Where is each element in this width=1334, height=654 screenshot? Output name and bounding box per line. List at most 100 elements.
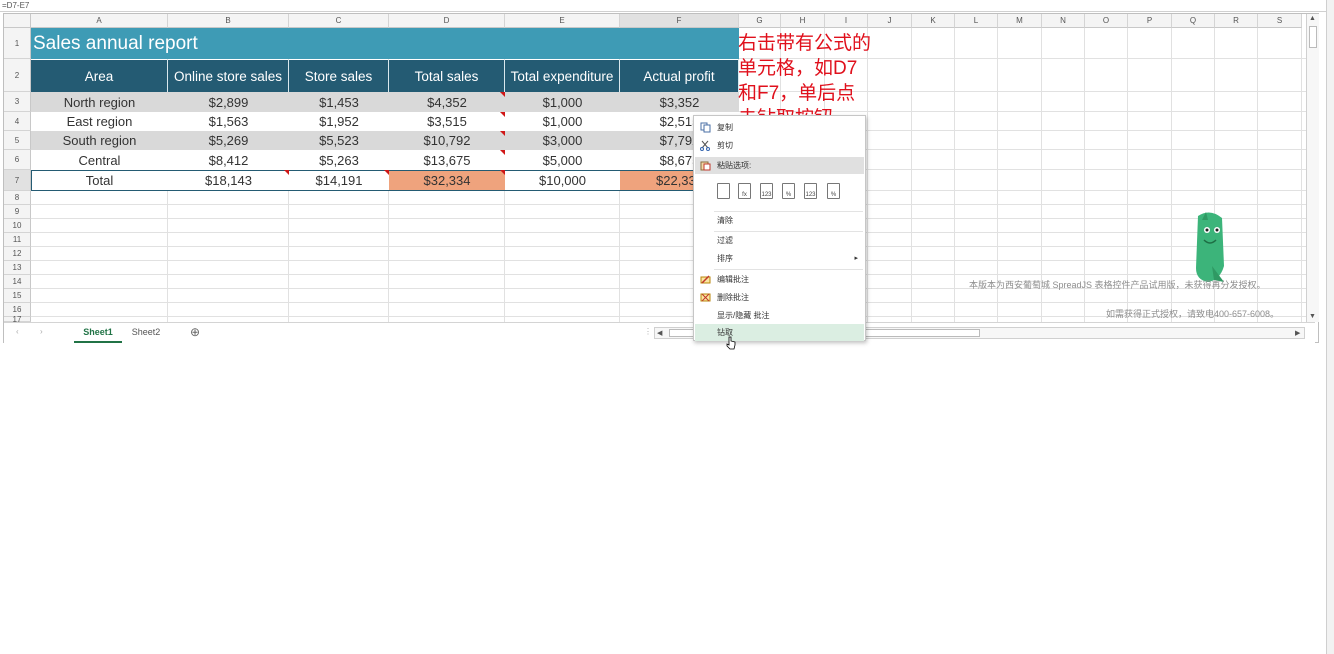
row-header-13[interactable]: 13 [4,261,31,275]
column-header-s[interactable]: S [1258,14,1302,28]
menu-item-delete-comment[interactable]: 删除批注 [695,289,864,306]
total-row-cell[interactable]: $14,191 [289,170,389,191]
data-cell[interactable]: $1,000 [505,92,620,112]
hscroll-left-arrow-icon[interactable]: ◀ [657,329,662,337]
data-cell[interactable]: $5,269 [168,131,289,150]
menu-item-label: 复制 [717,123,733,132]
header-cell[interactable]: Actual profit [620,60,739,92]
row-header-6[interactable]: 6 [4,150,31,170]
menu-item-label: 显示/隐藏 批注 [717,311,770,320]
menu-item-toggle-comment[interactable]: 显示/隐藏 批注 [695,307,864,324]
menu-item-cut[interactable]: 剪切 [695,137,864,154]
data-cell[interactable]: $2,899 [168,92,289,112]
vertical-scrollbar[interactable]: ▲ ▼ [1306,14,1319,322]
menu-item-drill[interactable]: 钻取 [695,324,864,341]
header-cell[interactable]: Online store sales [168,60,289,92]
row-header-7[interactable]: 7 [4,170,31,191]
hscroll-splitter-icon[interactable]: ⋮ [644,327,652,336]
row-header-1[interactable]: 1 [4,28,31,59]
menu-item-sort[interactable]: 排序 ▸ [695,250,864,267]
paste-option-icon[interactable] [717,183,730,199]
report-title-cell[interactable]: Sales annual report [31,28,739,59]
add-sheet-icon[interactable]: ⊕ [190,325,200,339]
column-header-m[interactable]: M [998,14,1042,28]
data-cell[interactable]: $5,263 [289,150,389,170]
column-header-o[interactable]: O [1085,14,1128,28]
hscroll-right-arrow-icon[interactable]: ▶ [1295,329,1300,337]
paste-option-icon[interactable]: 123 [804,183,817,199]
tab-scroll-left-icon[interactable]: ‹ [16,327,19,336]
column-header-h[interactable]: H [781,14,825,28]
column-header-l[interactable]: L [955,14,998,28]
formula-bar[interactable]: =D7-E7 [0,0,1334,12]
total-row-cell[interactable]: $18,143 [168,170,289,191]
tab-sheet2[interactable]: Sheet2 [124,323,168,341]
row-header-11[interactable]: 11 [4,233,31,247]
data-cell[interactable]: $5,523 [289,131,389,150]
column-header-n[interactable]: N [1042,14,1085,28]
column-header-d[interactable]: D [389,14,505,28]
data-cell[interactable]: $8,412 [168,150,289,170]
row-header-15[interactable]: 15 [4,289,31,303]
row-header-10[interactable]: 10 [4,219,31,233]
data-cell[interactable]: $1,453 [289,92,389,112]
tab-sheet1[interactable]: Sheet1 [74,323,122,343]
data-cell[interactable]: $10,792 [389,131,505,150]
row-header-5[interactable]: 5 [4,131,31,150]
column-header-a[interactable]: A [31,14,168,28]
data-cell[interactable]: $5,000 [505,150,620,170]
header-cell[interactable]: Total expenditure [505,60,620,92]
paste-option-icon[interactable]: % [782,183,795,199]
column-header-b[interactable]: B [168,14,289,28]
menu-item-copy[interactable]: 复制 [695,119,864,136]
menu-item-filter[interactable]: 过滤 [695,232,864,249]
row-header-14[interactable]: 14 [4,275,31,289]
column-header-i[interactable]: I [825,14,868,28]
menu-item-edit-comment[interactable]: 编辑批注 [695,271,864,288]
column-header-r[interactable]: R [1215,14,1258,28]
data-cell[interactable]: East region [31,112,168,131]
row-header-2[interactable]: 2 [4,59,31,92]
column-header-k[interactable]: K [912,14,955,28]
total-row-cell[interactable]: Total [31,170,168,191]
paste-option-icon[interactable]: 123 [760,183,773,199]
row-header-4[interactable]: 4 [4,112,31,131]
row-header-8[interactable]: 8 [4,191,31,205]
header-cell[interactable]: Area [31,60,168,92]
data-cell[interactable]: South region [31,131,168,150]
menu-item-clear[interactable]: 清除 [695,212,864,229]
paste-option-icon[interactable]: fx [738,183,751,199]
scroll-thumb[interactable] [1309,26,1317,48]
column-header-e[interactable]: E [505,14,620,28]
column-header-g[interactable]: G [739,14,781,28]
comment-indicator [500,92,505,97]
column-header-q[interactable]: Q [1172,14,1215,28]
column-header-j[interactable]: J [868,14,912,28]
menu-item-label: 删除批注 [717,293,749,302]
data-cell[interactable]: $3,352 [620,92,739,112]
header-cell[interactable]: Store sales [289,60,389,92]
row-header-3[interactable]: 3 [4,92,31,112]
total-row-cell[interactable]: $32,334 [389,170,505,191]
data-cell[interactable]: Central [31,150,168,170]
column-header-f[interactable]: F [620,14,739,28]
select-all-corner[interactable] [4,14,31,28]
header-cell[interactable]: Total sales [389,60,505,92]
scroll-up-arrow-icon[interactable]: ▲ [1309,15,1317,23]
row-header-9[interactable]: 9 [4,205,31,219]
data-cell[interactable]: $13,675 [389,150,505,170]
paste-option-icon[interactable]: % [827,183,840,199]
row-header-12[interactable]: 12 [4,247,31,261]
total-row-cell[interactable]: $10,000 [505,170,620,191]
data-cell[interactable]: $4,352 [389,92,505,112]
data-cell[interactable]: North region [31,92,168,112]
column-header-p[interactable]: P [1128,14,1172,28]
data-cell[interactable]: $1,952 [289,112,389,131]
tab-scroll-right-icon[interactable]: › [40,327,43,336]
data-cell[interactable]: $1,000 [505,112,620,131]
data-cell[interactable]: $3,000 [505,131,620,150]
column-header-c[interactable]: C [289,14,389,28]
scroll-down-arrow-icon[interactable]: ▼ [1309,313,1317,321]
data-cell[interactable]: $1,563 [168,112,289,131]
data-cell[interactable]: $3,515 [389,112,505,131]
